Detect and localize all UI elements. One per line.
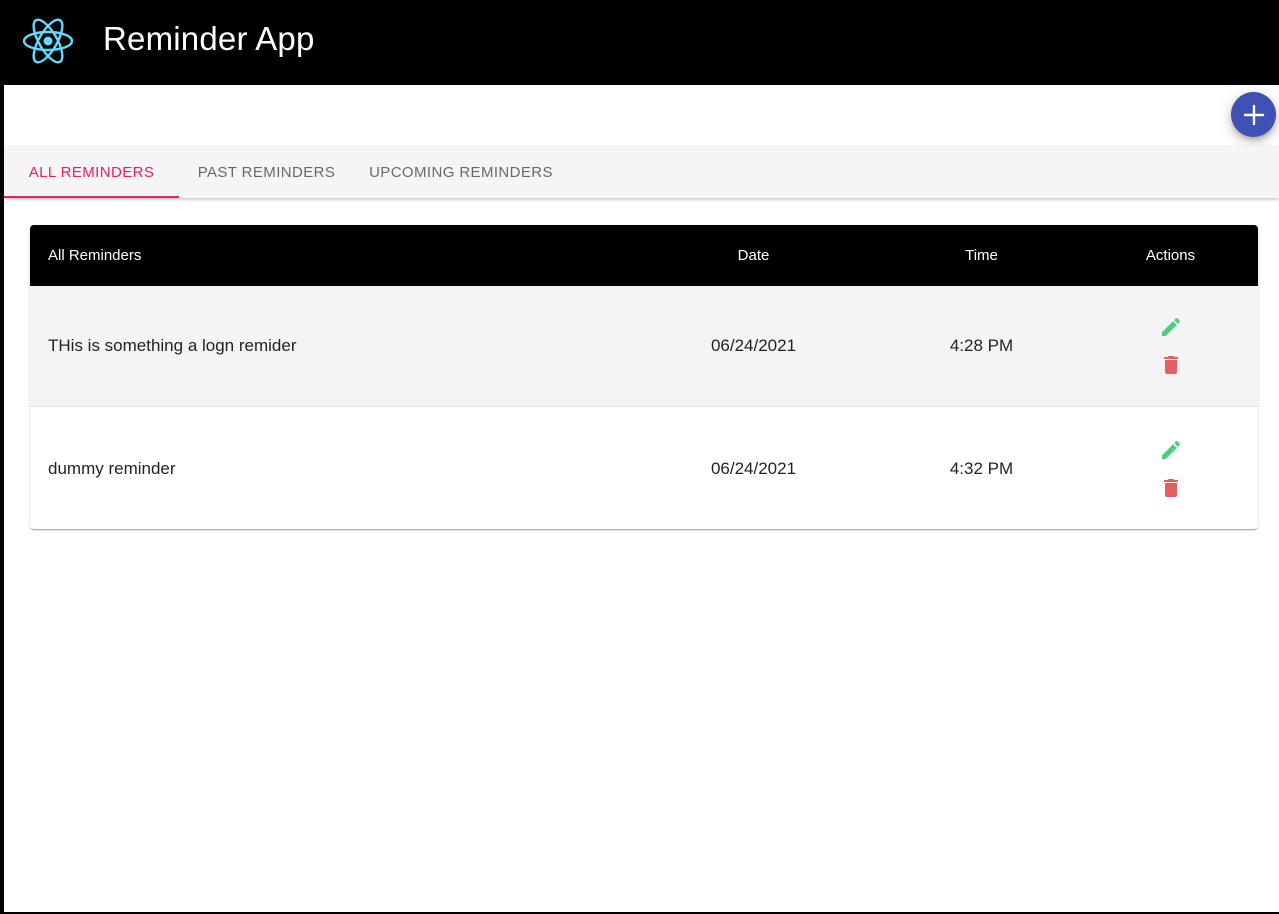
active-tab-indicator	[4, 196, 179, 198]
table-header: All Reminders Date Time Actions	[30, 225, 1258, 286]
app-title: Reminder App	[103, 20, 315, 57]
app-frame: Reminder App ALL REMINDERS PAST REMINDER…	[4, 0, 1279, 912]
reminder-name: THis is something a logn remider	[48, 336, 297, 355]
edit-button[interactable]	[1158, 436, 1184, 464]
delete-button[interactable]	[1158, 474, 1184, 502]
reminder-date: 06/24/2021	[710, 336, 797, 355]
reminders-table: All Reminders Date Time Actions THis is …	[30, 225, 1258, 529]
app-bar: Reminder App	[4, 0, 1279, 85]
tab-label: PAST REMINDERS	[197, 163, 336, 181]
tab-all-reminders[interactable]: ALL REMINDERS	[4, 146, 179, 198]
reminder-time: 4:28 PM	[949, 336, 1014, 355]
header-time: Time	[965, 247, 998, 264]
row-actions	[1110, 408, 1231, 529]
row-actions	[1110, 286, 1231, 406]
tab-bar: ALL REMINDERS PAST REMINDERS UPCOMING RE…	[4, 146, 1279, 198]
reminder-name: dummy reminder	[48, 458, 176, 478]
tab-past-reminders[interactable]: PAST REMINDERS	[179, 146, 354, 198]
header-name: All Reminders	[48, 247, 142, 264]
header-actions: Actions	[1145, 247, 1196, 264]
edit-button[interactable]	[1158, 313, 1184, 341]
pencil-icon	[1161, 440, 1180, 459]
trash-icon	[1163, 356, 1178, 374]
plus-icon	[1243, 104, 1264, 125]
reminder-time: 4:32 PM	[949, 458, 1014, 478]
table-row: THis is something a logn remider 06/24/2…	[30, 286, 1258, 407]
add-reminder-button[interactable]	[1231, 92, 1276, 137]
tab-label: UPCOMING REMINDERS	[369, 163, 553, 181]
tab-label: ALL REMINDERS	[28, 163, 155, 181]
table-row: dummy reminder 06/24/2021 4:32 PM	[30, 408, 1258, 529]
header-date: Date	[737, 247, 770, 264]
tab-upcoming-reminders[interactable]: UPCOMING REMINDERS	[354, 146, 568, 198]
react-atom-icon	[22, 18, 74, 64]
delete-button[interactable]	[1158, 351, 1184, 379]
trash-icon	[1163, 478, 1178, 497]
pencil-icon	[1161, 317, 1180, 336]
reminder-date: 06/24/2021	[710, 458, 797, 478]
